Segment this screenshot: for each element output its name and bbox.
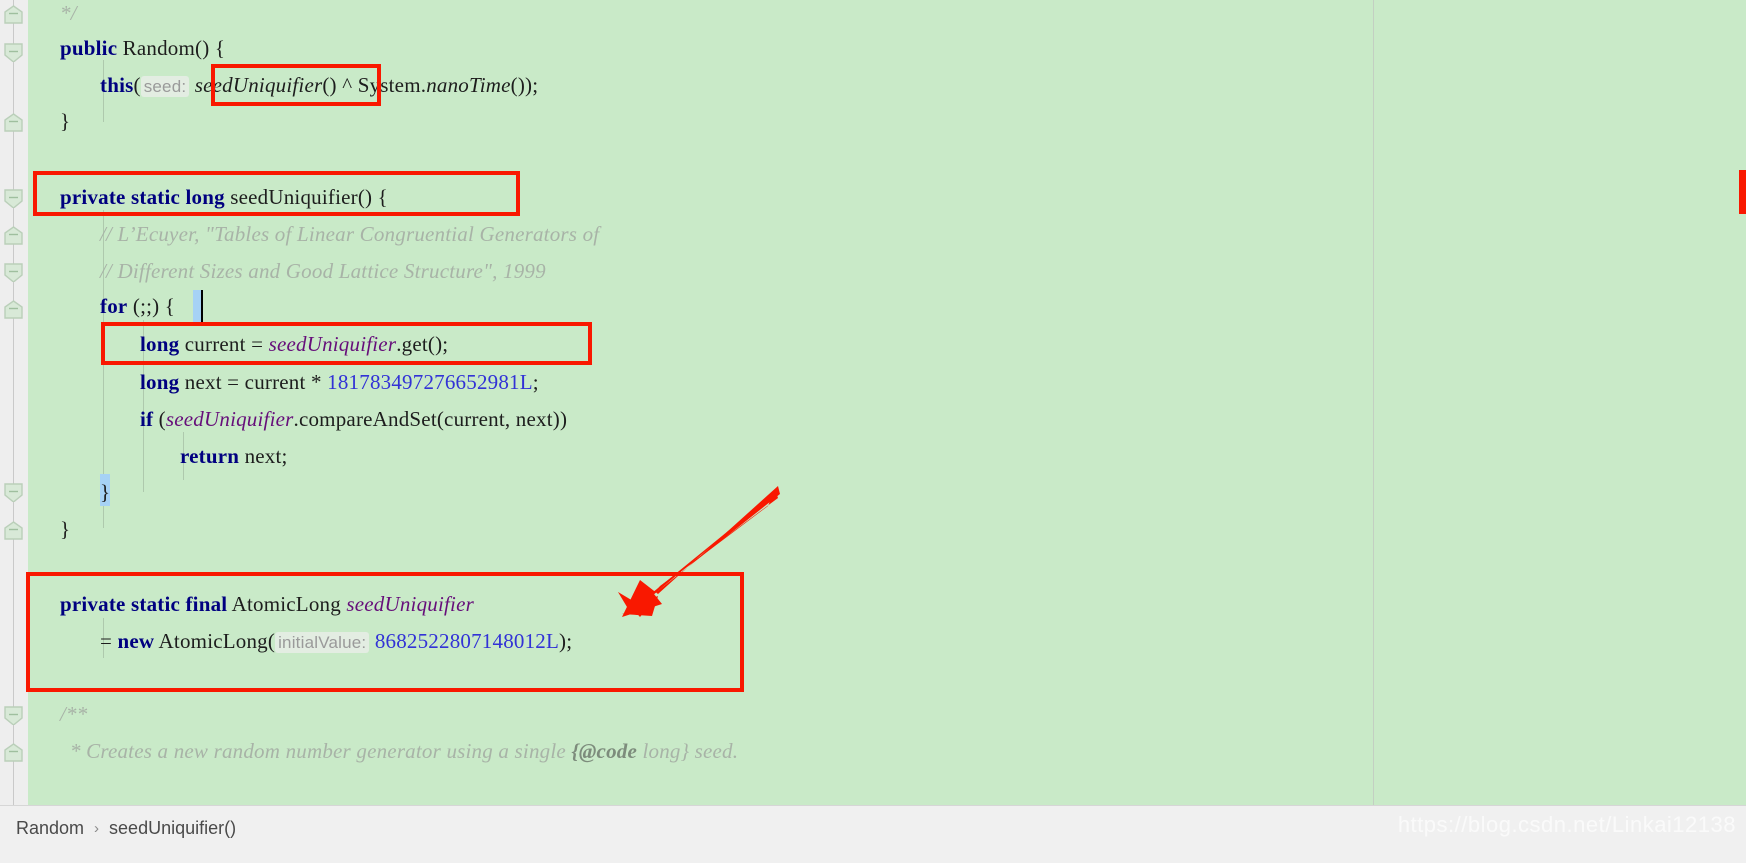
- ide-window: */public Random() {this(seed: seedUniqui…: [0, 0, 1746, 863]
- code-line[interactable]: private static final AtomicLong seedUniq…: [60, 593, 474, 615]
- right-margin-guide: [1373, 0, 1374, 806]
- code-token: return: [180, 444, 240, 468]
- breadcrumb-separator: ›: [94, 820, 100, 837]
- code-token: .get();: [396, 332, 449, 356]
- code-fold-marker[interactable]: [4, 706, 23, 725]
- code-line[interactable]: }: [60, 518, 70, 540]
- code-token: this: [100, 73, 134, 97]
- code-token: 8682522807148012L: [374, 629, 560, 653]
- fold-arrow-icon: [4, 706, 23, 725]
- code-line[interactable]: long next = current * 181783497276652981…: [140, 371, 539, 393]
- code-line[interactable]: private static long seedUniquifier() {: [60, 186, 388, 208]
- code-line[interactable]: /**: [60, 703, 87, 725]
- code-line[interactable]: }: [100, 481, 110, 503]
- code-token: seedUniquifier: [346, 592, 474, 616]
- code-token: // L’Ecuyer, "Tables of Linear Congruent…: [100, 222, 600, 246]
- code-token: {@code: [571, 739, 638, 763]
- code-token: () ^ System.: [322, 73, 427, 97]
- code-fold-marker[interactable]: [4, 743, 23, 762]
- fold-arrow-icon: [4, 263, 23, 282]
- code-token: ());: [510, 73, 539, 97]
- code-token: nanoTime: [426, 73, 511, 97]
- code-line[interactable]: this(seed: seedUniquifier() ^ System.nan…: [100, 74, 538, 98]
- code-text-area[interactable]: */public Random() {this(seed: seedUniqui…: [28, 0, 1746, 806]
- code-token: /**: [60, 702, 88, 726]
- code-token: initialValue:: [275, 632, 370, 653]
- code-token: new: [117, 629, 155, 653]
- code-line[interactable]: public Random() {: [60, 37, 225, 59]
- code-fold-marker[interactable]: [4, 226, 23, 245]
- breadcrumb-item[interactable]: seedUniquifier(): [109, 818, 236, 839]
- code-fold-marker[interactable]: [4, 521, 23, 540]
- code-token: AtomicLong(: [154, 629, 276, 653]
- code-line[interactable]: if (seedUniquifier.compareAndSet(current…: [140, 408, 567, 430]
- fold-home-icon: [4, 5, 23, 24]
- code-token: (: [133, 73, 141, 97]
- fold-home-icon: [4, 113, 23, 132]
- code-token: Random() {: [117, 36, 226, 60]
- code-line[interactable]: */: [60, 2, 77, 24]
- breadcrumb[interactable]: Random › seedUniquifier(): [16, 818, 236, 839]
- code-editor[interactable]: */public Random() {this(seed: seedUniqui…: [0, 0, 1746, 806]
- code-token: seedUniquifier: [268, 332, 397, 356]
- code-token: (: [153, 407, 166, 431]
- code-line[interactable]: // Different Sizes and Good Lattice Stru…: [100, 260, 546, 282]
- code-token: private static final: [60, 592, 228, 616]
- error-stripe-marker[interactable]: [1739, 170, 1746, 214]
- code-fold-marker[interactable]: [4, 43, 23, 62]
- fold-home-icon: [4, 226, 23, 245]
- code-fold-marker[interactable]: [4, 113, 23, 132]
- code-line[interactable]: * Creates a new random number generator …: [70, 740, 738, 762]
- code-token: public: [60, 36, 118, 60]
- code-fold-marker[interactable]: [4, 263, 23, 282]
- code-line[interactable]: for (;;) {: [100, 295, 175, 317]
- code-token: current =: [179, 332, 269, 356]
- code-token: }: [100, 480, 111, 504]
- watermark-url: https://blog.csdn.net/Linkai12138: [1397, 812, 1736, 837]
- code-token: */: [60, 1, 77, 25]
- code-fold-marker[interactable]: [4, 189, 23, 208]
- code-token: }: [60, 109, 71, 133]
- code-token: long: [140, 332, 180, 356]
- code-token: if: [140, 407, 154, 431]
- editor-gutter[interactable]: [0, 0, 28, 806]
- fold-arrow-icon: [4, 189, 23, 208]
- code-token: // Different Sizes and Good Lattice Stru…: [100, 259, 546, 283]
- code-token: }: [60, 517, 71, 541]
- code-token: seedUniquifier: [194, 73, 323, 97]
- code-line[interactable]: = new AtomicLong(initialValue: 868252280…: [100, 630, 572, 654]
- code-token: seedUniquifier() {: [224, 185, 388, 209]
- code-token: private static long: [60, 185, 225, 209]
- fold-arrow-icon: [4, 43, 23, 62]
- fold-home-icon: [4, 300, 23, 319]
- code-token: for: [100, 294, 128, 318]
- fold-home-icon: [4, 743, 23, 762]
- code-line[interactable]: // L’Ecuyer, "Tables of Linear Congruent…: [100, 223, 599, 245]
- fold-arrow-icon: [4, 483, 23, 502]
- code-token: long: [140, 370, 180, 394]
- status-bar: Random › seedUniquifier() https://blog.csd…: [0, 805, 1746, 863]
- code-token: =: [100, 629, 118, 653]
- code-line[interactable]: long current = seedUniquifier.get();: [140, 333, 448, 355]
- code-token: seed:: [140, 76, 190, 97]
- code-token: 181783497276652981L: [327, 370, 533, 394]
- code-token: next;: [239, 444, 288, 468]
- code-token: ;: [532, 370, 539, 394]
- code-fold-marker[interactable]: [4, 300, 23, 319]
- code-fold-marker[interactable]: [4, 483, 23, 502]
- code-token: long} seed.: [637, 739, 739, 763]
- fold-home-icon: [4, 521, 23, 540]
- text-caret: [201, 290, 203, 322]
- code-line[interactable]: return next;: [180, 445, 288, 467]
- code-token: .compareAndSet(current, next)): [293, 407, 568, 431]
- breadcrumb-item[interactable]: Random: [16, 818, 84, 839]
- code-token: );: [559, 629, 573, 653]
- code-fold-marker[interactable]: [4, 5, 23, 24]
- code-token: seedUniquifier: [165, 407, 294, 431]
- code-token: next = current *: [179, 370, 328, 394]
- code-token: (;;) {: [127, 294, 176, 318]
- code-line[interactable]: }: [60, 110, 70, 132]
- code-token: * Creates a new random number generator …: [70, 739, 572, 763]
- code-token: AtomicLong: [227, 592, 347, 616]
